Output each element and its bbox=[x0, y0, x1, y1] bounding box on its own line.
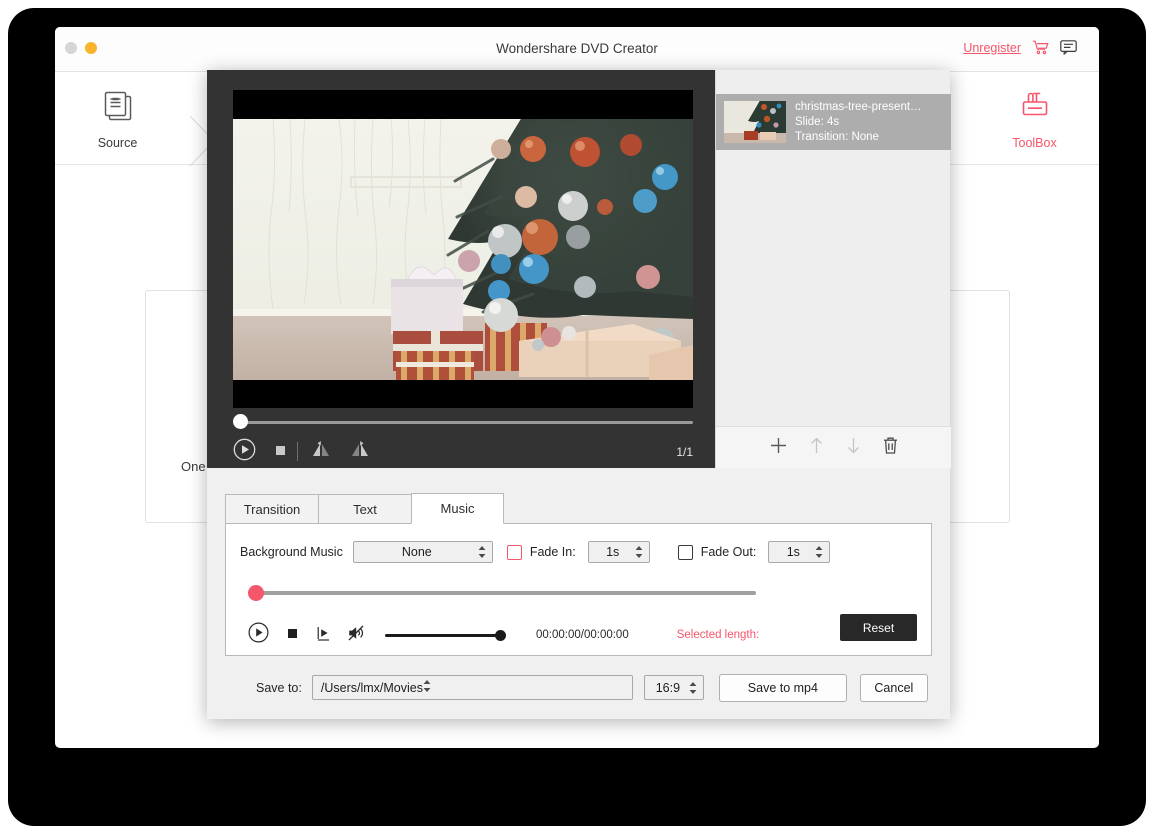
chat-bubble-icon[interactable] bbox=[1060, 40, 1077, 55]
controls-divider bbox=[297, 442, 298, 461]
preview-area: 1/1 bbox=[207, 70, 715, 468]
preview-page-count: 1/1 bbox=[676, 444, 693, 459]
plus-icon[interactable] bbox=[769, 436, 788, 460]
trash-icon[interactable] bbox=[882, 436, 899, 460]
background-music-row: Background Music None Fade In: 1s Fade O… bbox=[240, 541, 831, 563]
background-music-label: Background Music bbox=[240, 545, 343, 559]
dialog-footer: Save to: /Users/lmx/Movies 16:9 Save to bbox=[207, 656, 950, 719]
aspect-ratio-value: 16:9 bbox=[655, 680, 681, 695]
music-range-track bbox=[256, 591, 756, 595]
music-timecode: 00:00:00/00:00:00 bbox=[536, 629, 629, 641]
music-range-handle[interactable] bbox=[248, 585, 264, 601]
selected-length-label: Selected length: bbox=[676, 629, 760, 641]
stop-square-icon[interactable] bbox=[275, 443, 286, 461]
tab-music[interactable]: Music bbox=[411, 493, 504, 524]
list-item[interactable]: christmas-tree-present… Slide: 4s Transi… bbox=[716, 94, 951, 150]
preview-controls: 1/1 bbox=[233, 435, 693, 468]
chevron-updown-icon bbox=[423, 680, 431, 695]
slides-panel: christmas-tree-present… Slide: 4s Transi… bbox=[715, 70, 951, 468]
screen-root: Wondershare DVD Creator Unregister Sourc… bbox=[0, 0, 1154, 834]
fade-in-label: Fade In: bbox=[529, 545, 576, 559]
fade-in-duration-value: 1s bbox=[606, 545, 620, 559]
chevron-updown-icon bbox=[635, 546, 643, 558]
rotate-left-icon[interactable] bbox=[311, 439, 331, 464]
chevron-updown-icon bbox=[815, 546, 823, 558]
app-window: Wondershare DVD Creator Unregister Sourc… bbox=[55, 27, 1099, 748]
fade-out-checkbox[interactable] bbox=[677, 544, 693, 560]
settings-panel: Transition Text Music Background Music N… bbox=[207, 468, 950, 719]
save-path-select[interactable]: /Users/lmx/Movies bbox=[311, 675, 633, 700]
volume-slider[interactable] bbox=[385, 629, 506, 641]
slide-filename: christmas-tree-present… bbox=[795, 100, 922, 113]
scrubber-track bbox=[241, 421, 693, 424]
aspect-ratio-select[interactable]: 16:9 bbox=[643, 675, 704, 700]
rotate-right-icon[interactable] bbox=[350, 439, 370, 464]
slide-duration: Slide: 4s bbox=[795, 115, 840, 128]
fade-out-duration-value: 1s bbox=[786, 545, 800, 559]
sidebar-item-toolbox-label: ToolBox bbox=[1012, 136, 1057, 150]
arrow-down-icon[interactable] bbox=[845, 436, 862, 460]
toolbox-icon bbox=[1018, 88, 1052, 127]
shopping-cart-icon[interactable] bbox=[1032, 40, 1049, 55]
preview-image bbox=[233, 119, 693, 380]
settings-tabs: Transition Text Music bbox=[225, 493, 504, 524]
scrubber-handle[interactable] bbox=[233, 414, 248, 429]
create-video-dialog: 1/1 christmas-tree-present… Slide: 4s Tr… bbox=[207, 70, 951, 719]
tab-text[interactable]: Text bbox=[318, 494, 411, 524]
background-partial-text: One bbox=[181, 459, 206, 474]
music-range-slider[interactable] bbox=[248, 585, 758, 601]
export-clip-icon[interactable] bbox=[316, 625, 331, 646]
thumbnail-meta: christmas-tree-present… Slide: 4s Transi… bbox=[795, 100, 922, 145]
window-titlebar: Wondershare DVD Creator Unregister bbox=[55, 27, 1099, 72]
thumbnail-image bbox=[724, 101, 786, 143]
tab-transition[interactable]: Transition bbox=[225, 494, 318, 524]
sidebar-item-source-label: Source bbox=[97, 136, 138, 150]
sidebar-item-source[interactable]: Source bbox=[65, 88, 170, 150]
background-music-value: None bbox=[401, 545, 432, 559]
slides-toolbar bbox=[716, 426, 951, 468]
fade-out-label: Fade Out: bbox=[700, 545, 757, 559]
registration-area: Unregister bbox=[963, 40, 1077, 55]
reset-button[interactable]: Reset bbox=[840, 614, 917, 641]
volume-handle[interactable] bbox=[495, 629, 506, 641]
slide-transition: Transition: None bbox=[795, 130, 879, 143]
save-path-value: /Users/lmx/Movies bbox=[320, 680, 423, 695]
stop-square-icon[interactable] bbox=[287, 626, 298, 644]
play-circle-icon[interactable] bbox=[248, 622, 269, 648]
fade-in-duration-select[interactable]: 1s bbox=[587, 541, 650, 563]
unregister-link[interactable]: Unregister bbox=[963, 41, 1021, 55]
background-music-select[interactable]: None bbox=[352, 541, 493, 563]
fade-out-duration-select[interactable]: 1s bbox=[768, 541, 831, 563]
music-transport-row: 00:00:00/00:00:00 Selected length: bbox=[248, 622, 759, 648]
speaker-muted-icon[interactable] bbox=[348, 625, 365, 646]
save-to-label: Save to: bbox=[256, 680, 302, 695]
save-to-mp4-button[interactable]: Save to mp4 bbox=[718, 673, 847, 702]
music-tab-panel: Background Music None Fade In: 1s Fade O… bbox=[225, 523, 932, 656]
video-preview-frame bbox=[233, 90, 693, 408]
play-circle-icon[interactable] bbox=[233, 438, 256, 466]
documents-icon bbox=[101, 88, 135, 127]
window-title: Wondershare DVD Creator bbox=[496, 41, 658, 56]
arrow-up-icon[interactable] bbox=[808, 436, 825, 460]
chevron-updown-icon bbox=[689, 681, 697, 694]
chevron-updown-icon bbox=[478, 546, 486, 558]
preview-scrubber[interactable] bbox=[233, 414, 693, 429]
sidebar-item-toolbox[interactable]: ToolBox bbox=[982, 88, 1087, 150]
cancel-button[interactable]: Cancel bbox=[859, 673, 928, 702]
fade-in-checkbox[interactable] bbox=[506, 544, 522, 560]
